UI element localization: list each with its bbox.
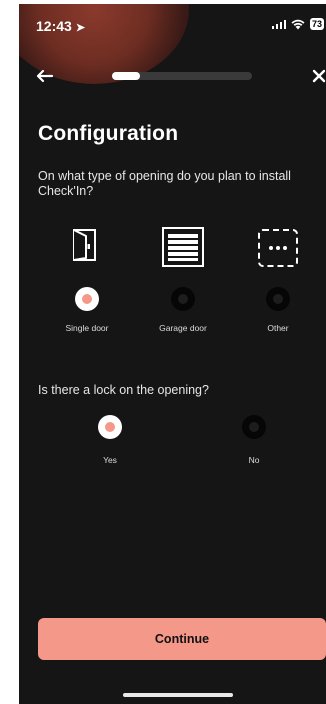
- lock-question: Is there a lock on the opening?: [38, 383, 209, 397]
- status-bar: 12:43 ➤ 73: [19, 4, 326, 48]
- option-garage-door[interactable]: [138, 226, 228, 268]
- cellular-signal-icon: [271, 19, 286, 29]
- back-arrow-icon[interactable]: [35, 66, 57, 86]
- door-icon: [73, 229, 96, 261]
- wifi-icon: [291, 19, 305, 29]
- radio-other[interactable]: [266, 287, 290, 311]
- location-arrow-icon: ➤: [75, 22, 86, 34]
- radio-lock-yes[interactable]: [98, 415, 122, 439]
- radio-garage-door[interactable]: [171, 287, 195, 311]
- option-single-door[interactable]: [40, 228, 130, 262]
- label-lock-yes: Yes: [103, 455, 117, 465]
- option-other[interactable]: [233, 228, 323, 268]
- status-time: 12:43 ➤: [36, 18, 85, 34]
- battery-icon: 73: [309, 18, 324, 30]
- label-other: Other: [267, 323, 289, 333]
- home-indicator: [123, 693, 233, 697]
- label-garage-door: Garage door: [159, 323, 207, 333]
- status-indicators: 73: [271, 18, 324, 30]
- garage-door-icon: [162, 227, 204, 267]
- close-icon[interactable]: [310, 66, 326, 86]
- continue-button[interactable]: Continue: [38, 618, 326, 660]
- radio-lock-no[interactable]: [242, 415, 266, 439]
- progress-bar-fill: [112, 72, 140, 80]
- status-time-text: 12:43: [36, 18, 72, 34]
- top-navigation: [19, 62, 326, 90]
- progress-bar: [112, 72, 252, 80]
- page-title: Configuration: [38, 122, 179, 145]
- label-lock-no: No: [248, 455, 260, 465]
- more-dots-icon: [258, 229, 298, 267]
- radio-single-door[interactable]: [75, 287, 99, 311]
- app-screen: 12:43 ➤ 73 Configuration On what type of …: [19, 4, 326, 704]
- opening-type-question: On what type of opening do you plan to i…: [38, 169, 291, 198]
- label-single-door: Single door: [65, 323, 109, 333]
